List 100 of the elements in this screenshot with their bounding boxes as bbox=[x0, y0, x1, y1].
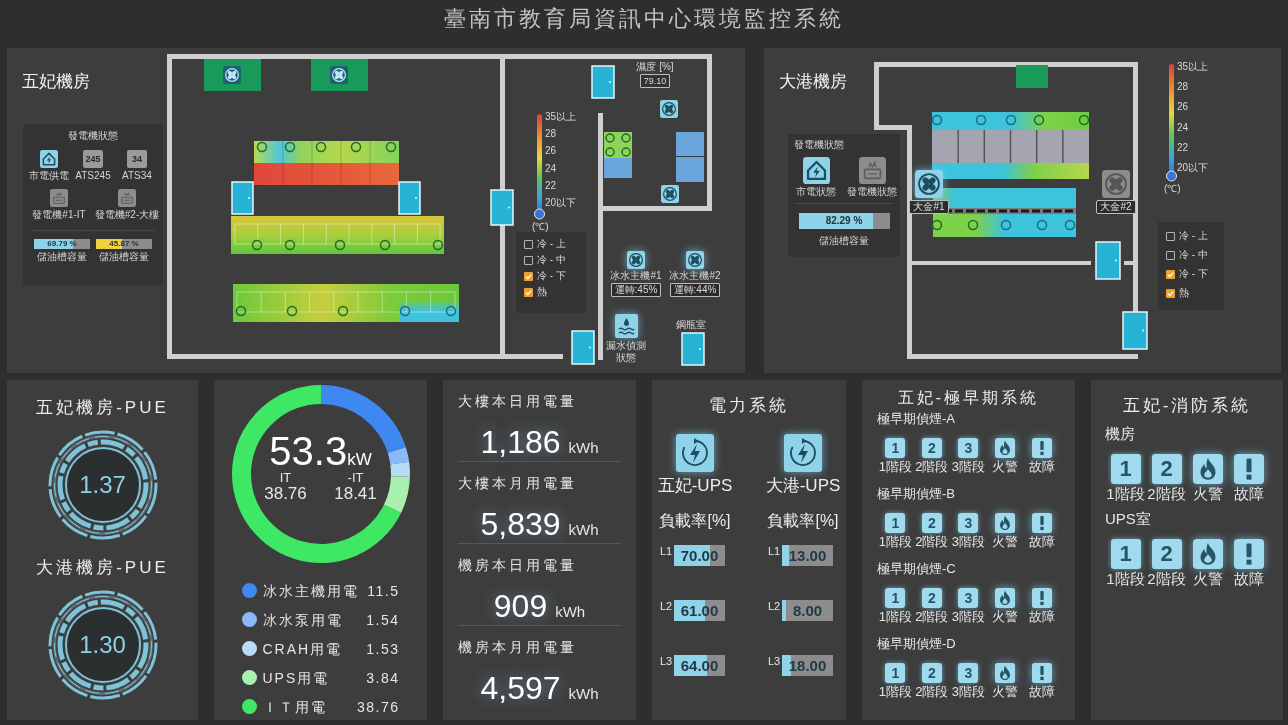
checkbox-label: 冷 - 中 bbox=[537, 254, 566, 266]
energy-label: 大樓本月用電量 bbox=[458, 474, 578, 492]
stage-indicator: 2 bbox=[1151, 454, 1182, 484]
pue-value: 1.30 bbox=[79, 631, 126, 659]
load-split-label: IT bbox=[279, 471, 292, 485]
checkbox[interactable] bbox=[524, 271, 533, 281]
checkbox[interactable] bbox=[524, 239, 533, 249]
checkmark-icon bbox=[1167, 270, 1174, 278]
checkbox[interactable] bbox=[1166, 250, 1175, 260]
server-rack bbox=[676, 157, 704, 182]
temperature-scale-label: 24 bbox=[545, 162, 558, 175]
exclamation-icon bbox=[1031, 438, 1052, 458]
power-bolt-icon bbox=[784, 434, 822, 472]
sensor-ring-icon bbox=[315, 141, 327, 153]
sensor-ring-icon bbox=[967, 219, 979, 231]
indicator-label: 3階段 bbox=[951, 535, 986, 549]
checkbox-label: 冷 - 上 bbox=[537, 238, 566, 250]
indicator-label: 火警 bbox=[992, 685, 1019, 699]
load-reading: 8.00 bbox=[792, 601, 823, 620]
sensor-ring-icon bbox=[235, 305, 247, 317]
energy-unit: kWh bbox=[555, 603, 586, 621]
status-label: ATS245 bbox=[75, 170, 111, 181]
flame-icon bbox=[1192, 454, 1223, 484]
pue-title: 五妃機房-PUE bbox=[36, 398, 169, 418]
energy-unit: kWh bbox=[568, 439, 599, 457]
door bbox=[591, 65, 615, 99]
ac-unit bbox=[1016, 65, 1048, 88]
checkbox[interactable] bbox=[524, 287, 533, 297]
fan-icon bbox=[330, 66, 348, 84]
indicator-label: 故障 bbox=[1028, 535, 1055, 549]
fuel-level-reading: 45.87 % bbox=[109, 239, 139, 249]
temperature-scale-label: 35以上 bbox=[1177, 61, 1209, 73]
energy-label: 機房本月用電量 bbox=[458, 638, 578, 656]
sensor-ring-icon bbox=[256, 141, 268, 153]
sensor-ring-icon bbox=[931, 219, 943, 231]
indicator-label: 故障 bbox=[1028, 610, 1055, 624]
legend-value: 3.84 bbox=[366, 668, 400, 687]
group-label: 極早期偵煙-B bbox=[877, 486, 955, 502]
load-split-label: -IT bbox=[347, 471, 364, 485]
indicator-label: 1階段 bbox=[1106, 570, 1145, 588]
door bbox=[398, 181, 421, 215]
load-split-value: 18.41 bbox=[334, 485, 377, 503]
fuel-tank-label: 儲油槽容量 bbox=[37, 251, 87, 262]
door bbox=[571, 330, 595, 365]
sensor-ring-icon bbox=[337, 305, 349, 317]
fuel-level-reading: 82.29 % bbox=[825, 215, 863, 227]
ats-indicator: 245 bbox=[83, 150, 103, 168]
sensor-ring-icon bbox=[1036, 219, 1048, 231]
load-reading: 13.00 bbox=[788, 546, 827, 565]
door bbox=[1122, 311, 1148, 350]
indicator-label: 1階段 bbox=[1106, 485, 1145, 503]
fuel-tank-label: 儲油槽容量 bbox=[819, 235, 869, 246]
checkbox[interactable] bbox=[1166, 288, 1175, 298]
flame-icon bbox=[995, 438, 1016, 458]
ups-name: 大港-UPS bbox=[765, 475, 841, 497]
checkbox[interactable] bbox=[1166, 269, 1175, 279]
temperature-unit: (℃) bbox=[532, 221, 549, 233]
legend-label: ＩＴ用電 bbox=[262, 697, 327, 716]
indicator-label: 火警 bbox=[992, 610, 1019, 624]
temperature-scale-label: 22 bbox=[545, 179, 558, 192]
indicator-label: 2階段 bbox=[915, 535, 949, 549]
room-title: 五妃機房 bbox=[22, 71, 90, 93]
server-rack bbox=[604, 158, 632, 178]
stage-indicator: 1 bbox=[885, 513, 906, 533]
checkbox-label: 熱 bbox=[537, 286, 547, 298]
phase-label: L1 bbox=[660, 545, 674, 557]
panel-heading: 發電機狀態 bbox=[794, 139, 844, 151]
exclamation-icon bbox=[1233, 539, 1264, 569]
sensor-ring-icon bbox=[1000, 219, 1012, 231]
room-label: 鋼瓶室 bbox=[676, 319, 706, 331]
sensor-ring-icon bbox=[385, 141, 397, 153]
status-label: 市電供電 bbox=[29, 170, 69, 181]
panel-title: 五妃-極早期系統 bbox=[897, 389, 1040, 407]
sensor-ring-icon bbox=[975, 114, 987, 126]
indicator-label: 火警 bbox=[1192, 570, 1223, 588]
checkbox-label: 熱 bbox=[1179, 287, 1189, 299]
group-label: 極早期偵煙-C bbox=[877, 561, 956, 577]
indicator-label: 2階段 bbox=[1147, 570, 1186, 588]
checkbox[interactable] bbox=[1166, 231, 1175, 241]
panel-title: 電力系統 bbox=[709, 396, 789, 416]
sensor-ring-icon bbox=[350, 141, 362, 153]
legend-label: UPS用電 bbox=[262, 668, 330, 687]
chiller-label: 冰水主機#2 bbox=[669, 270, 721, 282]
legend-label: 冰水主機用電 bbox=[262, 581, 359, 600]
indicator-label: 故障 bbox=[1028, 685, 1055, 699]
chiller-status: 運轉:45% bbox=[610, 283, 662, 297]
indicator-label: 火警 bbox=[1192, 485, 1223, 503]
checkbox[interactable] bbox=[524, 255, 533, 265]
status-label: 發電機#2-大樓 bbox=[94, 209, 160, 220]
energy-label: 大樓本日用電量 bbox=[458, 392, 578, 410]
water-leak-icon bbox=[614, 314, 638, 338]
ats-indicator: 34 bbox=[127, 150, 147, 168]
indicator-label: 2階段 bbox=[915, 460, 949, 474]
stage-indicator: 3 bbox=[958, 663, 979, 683]
flame-icon bbox=[995, 663, 1016, 683]
phase-label: L3 bbox=[660, 655, 674, 667]
leak-sensor-label: 漏水偵測狀態 bbox=[606, 340, 646, 364]
humidity-value: 79.10 bbox=[639, 74, 671, 88]
sensor-ring-icon bbox=[1064, 219, 1076, 231]
temperature-scale-label: 20以下 bbox=[545, 196, 577, 209]
